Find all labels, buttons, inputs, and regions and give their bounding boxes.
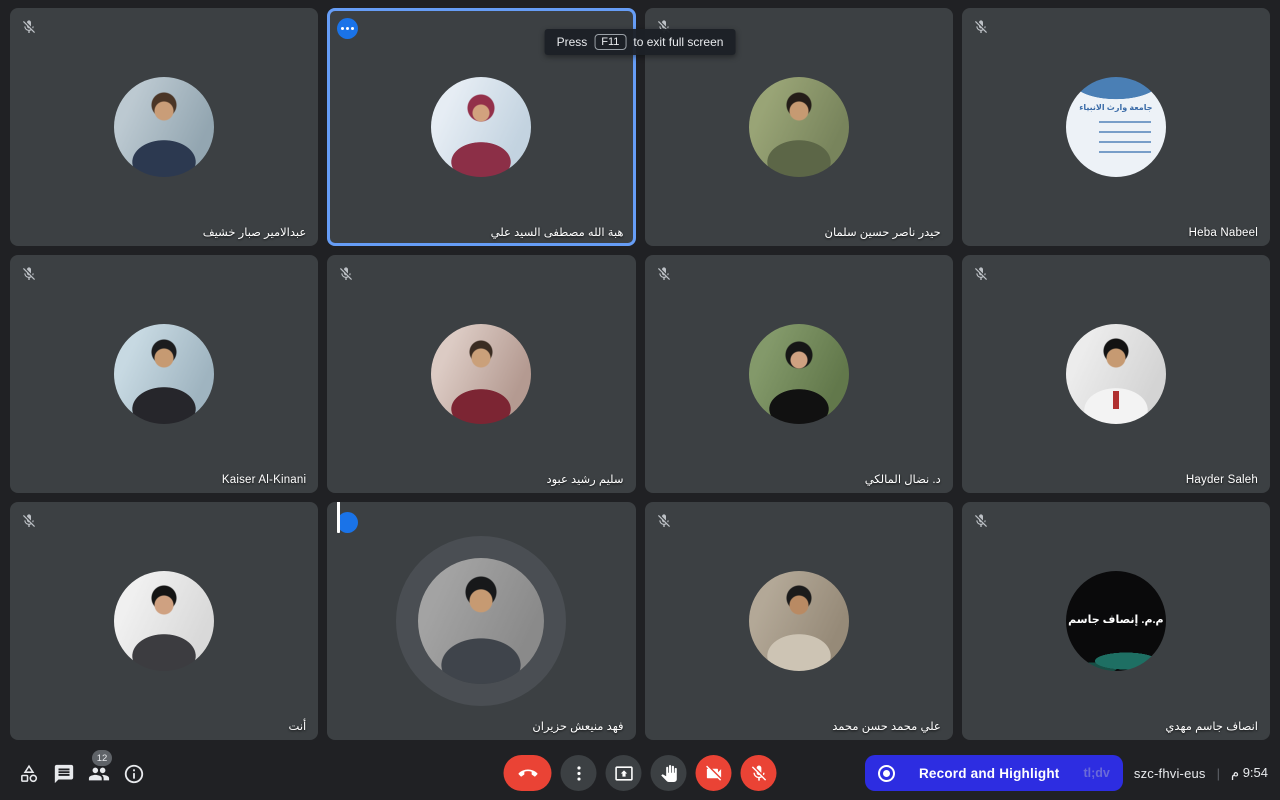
info-button[interactable]	[119, 757, 149, 791]
f11-keycap: F11	[594, 34, 626, 50]
meeting-code: szc-fhvi-eus	[1134, 766, 1206, 781]
avatar	[1066, 324, 1166, 424]
present-screen-button[interactable]	[606, 755, 642, 791]
participant-name: أنت	[289, 719, 307, 733]
participant-name: Heba Nabeel	[1189, 227, 1258, 239]
mic-off-icon	[20, 512, 38, 530]
tile-fahad-speaking[interactable]: فهد منيعش حزيران	[327, 502, 635, 740]
participant-name: انصاف جاسم مهدي	[1165, 719, 1258, 733]
participant-name: علي محمد حسن محمد	[832, 719, 941, 733]
participant-name: هبة الله مصطفى السيد علي	[491, 225, 624, 239]
record-and-highlight-button[interactable]: Record and Highlight tl;dv	[865, 755, 1123, 791]
raise-hand-button[interactable]	[651, 755, 687, 791]
chat-button[interactable]	[49, 757, 79, 791]
divider: |	[1217, 766, 1220, 781]
meet-app: عبدالامير صبار خشيف هبة الله مصطفى السيد…	[0, 0, 1280, 800]
end-call-button[interactable]	[504, 755, 552, 791]
record-icon	[878, 765, 895, 782]
mic-off-icon	[972, 512, 990, 530]
participant-name: Hayder Saleh	[1186, 474, 1258, 486]
participant-name: عبدالامير صبار خشيف	[203, 225, 307, 239]
participant-count-badge: 12	[92, 750, 112, 766]
mic-off-icon	[655, 265, 673, 283]
avatar: جامعة وارث الانبياء	[1066, 77, 1166, 177]
participant-name: د. نضال المالكي	[865, 472, 941, 486]
participant-name: Kaiser Al-Kinani	[222, 474, 306, 486]
tile-abdulameer[interactable]: عبدالامير صبار خشيف	[10, 8, 318, 246]
avatar	[749, 324, 849, 424]
record-button-label: Record and Highlight	[911, 766, 1068, 781]
call-controls	[504, 755, 777, 791]
camera-off-button[interactable]	[696, 755, 732, 791]
mic-off-icon	[655, 512, 673, 530]
tile-you[interactable]: أنت	[10, 502, 318, 740]
mic-off-icon	[972, 265, 990, 283]
mic-off-icon	[337, 265, 355, 283]
tile-heba-nabeel[interactable]: جامعة وارث الانبياء Heba Nabeel	[962, 8, 1270, 246]
activities-button[interactable]	[14, 757, 44, 791]
tile-ali[interactable]: علي محمد حسن محمد	[645, 502, 953, 740]
participant-name: حيدر ناصر حسين سلمان	[825, 225, 941, 239]
avatar	[749, 77, 849, 177]
bottom-bar: 12 Record and Highlight tl;dv szc-fhvi-e…	[0, 745, 1280, 800]
avatar	[114, 77, 214, 177]
tile-hayder-saleh[interactable]: Hayder Saleh	[962, 255, 1270, 493]
clock-time: 9:54 م	[1231, 765, 1268, 781]
bar-left-group: 12	[14, 757, 149, 791]
avatar	[114, 324, 214, 424]
fullscreen-tooltip: Press F11 to exit full screen	[545, 29, 736, 55]
participant-grid: عبدالامير صبار خشيف هبة الله مصطفى السيد…	[0, 0, 1280, 745]
tooltip-suffix: to exit full screen	[633, 35, 723, 49]
tile-nidhal[interactable]: د. نضال المالكي	[645, 255, 953, 493]
tile-kaiser[interactable]: Kaiser Al-Kinani	[10, 255, 318, 493]
tldv-brand-label: tl;dv	[1083, 766, 1109, 780]
mic-off-icon	[20, 265, 38, 283]
tooltip-prefix: Press	[557, 35, 588, 49]
tile-salim[interactable]: سليم رشيد عبود	[327, 255, 635, 493]
participant-name: سليم رشيد عبود	[546, 472, 623, 486]
avatar	[418, 558, 544, 684]
audio-speaking-icon	[337, 512, 358, 533]
participants-button[interactable]: 12	[84, 757, 114, 791]
avatar	[431, 324, 531, 424]
mic-off-icon	[972, 18, 990, 36]
avatar: م.م. إنصاف جاسم	[1066, 571, 1166, 671]
participant-name: فهد منيعش حزيران	[532, 719, 623, 733]
mic-off-button[interactable]	[741, 755, 777, 791]
avatar	[431, 77, 531, 177]
more-options-icon[interactable]	[337, 18, 358, 39]
bar-right-group: Record and Highlight tl;dv szc-fhvi-eus …	[865, 755, 1268, 791]
avatar	[749, 571, 849, 671]
mic-off-icon	[20, 18, 38, 36]
more-options-button[interactable]	[561, 755, 597, 791]
tile-insaf[interactable]: م.م. إنصاف جاسم انصاف جاسم مهدي	[962, 502, 1270, 740]
avatar	[114, 571, 214, 671]
